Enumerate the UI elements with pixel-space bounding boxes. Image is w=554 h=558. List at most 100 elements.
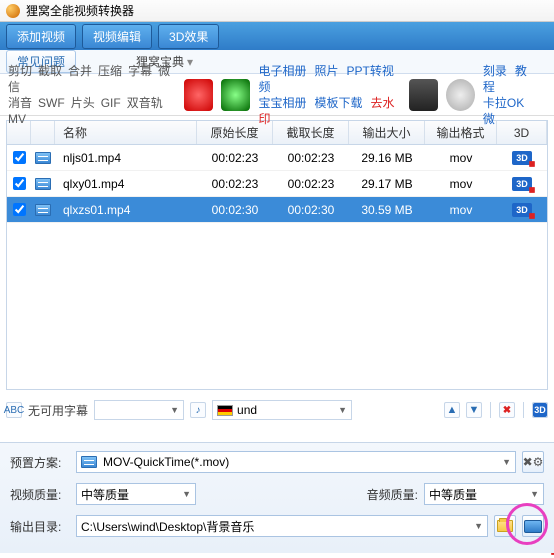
video-file-icon	[35, 178, 51, 190]
center-links: 电子相册照片PPT转视频 宝宝相册模板下载去水印	[258, 63, 400, 127]
cell-fmt: mov	[425, 203, 497, 217]
subtitle-icon[interactable]: ABC	[6, 402, 22, 418]
audio-track-value: und	[237, 403, 257, 417]
col-clip[interactable]: 截取长度	[273, 121, 349, 144]
tag[interactable]: GIF	[101, 96, 121, 110]
col-icon	[31, 121, 55, 144]
tag[interactable]: 压缩	[98, 64, 122, 78]
3d-toggle-button[interactable]: 3D	[532, 402, 548, 418]
promo-banner: 剪切截取合并压缩字幕微信 消音SWF片头GIF双音轨MV 电子相册照片PPT转视…	[0, 74, 554, 116]
col-name[interactable]: 名称	[55, 121, 197, 144]
col-3d[interactable]: 3D	[497, 121, 547, 144]
bottom-panel: 预置方案: MOV-QuickTime(*.mov) ▼ ✖⚙ 视频质量: 中等…	[0, 442, 554, 553]
folder-icon	[497, 520, 513, 532]
divider	[523, 402, 524, 418]
row-checkbox[interactable]	[13, 151, 26, 164]
3d-badge-icon[interactable]: 3D	[512, 151, 532, 165]
preset-label: 预置方案:	[10, 454, 70, 471]
cell-size: 29.16 MB	[349, 151, 425, 165]
aquality-dropdown[interactable]: 中等质量▼	[424, 483, 544, 505]
output-path-value: C:\Users\wind\Desktop\背景音乐	[81, 518, 254, 535]
audio-icon[interactable]: ♪	[190, 402, 206, 418]
tag[interactable]: 剪切	[8, 64, 32, 78]
row-checkbox[interactable]	[13, 203, 26, 216]
tag[interactable]: 截取	[38, 64, 62, 78]
tag[interactable]: 片头	[71, 96, 95, 110]
vquality-label: 视频质量:	[10, 486, 70, 503]
row-checkbox[interactable]	[13, 177, 26, 190]
tag[interactable]: SWF	[38, 96, 65, 110]
delete-button[interactable]: ✖	[499, 402, 515, 418]
aquality-value: 中等质量	[429, 486, 477, 503]
divider	[490, 402, 491, 418]
link[interactable]: 电子相册	[258, 64, 306, 78]
app-title: 狸窝全能视频转换器	[26, 2, 134, 19]
move-down-button[interactable]: ▼	[466, 402, 482, 418]
mov-icon	[81, 456, 97, 468]
tag-group-left: 剪切截取合并压缩字幕微信 消音SWF片头GIF双音轨MV	[8, 63, 176, 127]
subtitle-none-label: 无可用字幕	[28, 402, 88, 419]
app-icon	[6, 4, 20, 18]
ppt-icon	[184, 79, 213, 111]
gear-icon: ✖⚙	[523, 455, 544, 469]
cell-fmt: mov	[425, 151, 497, 165]
cell-clip: 00:02:23	[273, 151, 349, 165]
aquality-label: 音频质量:	[367, 486, 418, 503]
table-header: 名称 原始长度 截取长度 输出大小 输出格式 3D	[7, 121, 547, 145]
col-orig[interactable]: 原始长度	[197, 121, 273, 144]
browse-folder-button[interactable]	[494, 515, 516, 537]
output-label: 输出目录:	[10, 518, 70, 535]
right-links: 刻录教程 卡拉OK微	[483, 63, 546, 127]
open-folder-button[interactable]	[522, 515, 544, 537]
preset-settings-button[interactable]: ✖⚙	[522, 451, 544, 473]
tag[interactable]: 消音	[8, 96, 32, 110]
link[interactable]: 卡拉OK	[483, 96, 524, 110]
tag[interactable]: 字幕	[128, 64, 152, 78]
film-icon	[221, 79, 250, 111]
table-row[interactable]: qlxzs01.mp400:02:3000:02:3030.59 MBmov3D	[7, 197, 547, 223]
col-size[interactable]: 输出大小	[349, 121, 425, 144]
preset-value: MOV-QuickTime(*.mov)	[103, 455, 229, 469]
audio-track-dropdown[interactable]: und ▼	[212, 400, 352, 420]
vquality-value: 中等质量	[81, 486, 129, 503]
cell-orig: 00:02:23	[197, 151, 273, 165]
col-check[interactable]	[7, 121, 31, 144]
3d-effect-button[interactable]: 3D效果	[158, 24, 219, 49]
cell-clip: 00:02:30	[273, 203, 349, 217]
cell-orig: 00:02:23	[197, 177, 273, 191]
link[interactable]: 照片	[315, 64, 339, 78]
table-row[interactable]: nljs01.mp400:02:2300:02:2329.16 MBmov3D	[7, 145, 547, 171]
dvd-icon	[446, 79, 475, 111]
preset-dropdown[interactable]: MOV-QuickTime(*.mov) ▼	[76, 451, 516, 473]
cell-name: qlxzs01.mp4	[55, 203, 197, 217]
video-file-icon	[35, 204, 51, 216]
cell-clip: 00:02:23	[273, 177, 349, 191]
subtitle-audio-bar: ABC 无可用字幕 ▼ ♪ und ▼ ▲ ▼ ✖ 3D	[6, 396, 548, 424]
3d-badge-icon[interactable]: 3D	[512, 203, 532, 217]
video-file-icon	[35, 152, 51, 164]
col-fmt[interactable]: 输出格式	[425, 121, 497, 144]
link[interactable]: 刻录	[483, 64, 507, 78]
phone-icon	[409, 79, 438, 111]
add-video-button[interactable]: 添加视频	[6, 24, 76, 49]
video-edit-button[interactable]: 视频编辑	[82, 24, 152, 49]
cell-size: 29.17 MB	[349, 177, 425, 191]
table-row[interactable]: qlxy01.mp400:02:2300:02:2329.17 MBmov3D	[7, 171, 547, 197]
move-up-button[interactable]: ▲	[444, 402, 460, 418]
cell-size: 30.59 MB	[349, 203, 425, 217]
subtitle-dropdown[interactable]: ▼	[94, 400, 184, 420]
output-path-field[interactable]: C:\Users\wind\Desktop\背景音乐▼	[76, 515, 488, 537]
main-toolbar: 添加视频 视频编辑 3D效果	[0, 22, 554, 50]
title-bar: 狸窝全能视频转换器	[0, 0, 554, 22]
3d-badge-icon[interactable]: 3D	[512, 177, 532, 191]
link[interactable]: 宝宝相册	[258, 96, 306, 110]
flag-icon	[217, 405, 233, 416]
cell-fmt: mov	[425, 177, 497, 191]
cell-name: qlxy01.mp4	[55, 177, 197, 191]
tag[interactable]: 双音轨	[127, 96, 163, 110]
vquality-dropdown[interactable]: 中等质量▼	[76, 483, 196, 505]
link[interactable]: 模板下载	[315, 96, 363, 110]
cell-name: nljs01.mp4	[55, 151, 197, 165]
file-table: 名称 原始长度 截取长度 输出大小 输出格式 3D nljs01.mp400:0…	[6, 120, 548, 390]
tag[interactable]: 合并	[68, 64, 92, 78]
